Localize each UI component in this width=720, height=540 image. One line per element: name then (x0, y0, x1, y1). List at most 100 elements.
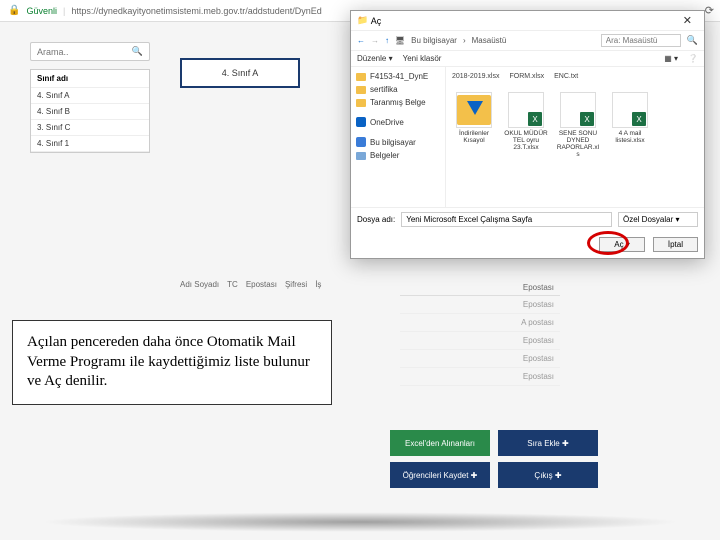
file-item[interactable]: X 4 A mail listesi.xlsx (608, 92, 652, 159)
footer-shadow (40, 512, 680, 532)
pc-icon (356, 137, 366, 147)
help-icon[interactable]: ❔ (688, 54, 698, 63)
selected-class-box[interactable]: 4. Sınıf A (180, 58, 300, 88)
btn-label: Excel'den Alınanları (405, 439, 475, 448)
back-icon[interactable]: ← (357, 36, 365, 45)
list-item[interactable]: 4. Sınıf 1 (31, 136, 149, 152)
table-row[interactable]: Epostası (400, 332, 560, 350)
dialog-titlebar: 📁 Aç ✕ (351, 11, 704, 31)
pc-icon: 🖥 (395, 36, 405, 45)
organize-menu[interactable]: Düzenle ▾ (357, 54, 393, 63)
col-ops: İş (315, 280, 321, 289)
open-button[interactable]: Aç ▾ (599, 237, 645, 252)
folder-icon (356, 99, 366, 107)
dialog-file-area[interactable]: 2018-2019.xlsx FORM.xlsx ENC.txt İndiril… (446, 67, 704, 207)
file-open-dialog: 📁 Aç ✕ ← → ↑ 🖥 Bu bilgisayar › Masaüstü … (350, 10, 705, 259)
email-column: Epostası Epostası A postası Epostası Epo… (400, 280, 560, 386)
sidebar-item[interactable]: Belgeler (354, 149, 442, 162)
filter-label: Özel Dosyalar (623, 215, 673, 224)
chevron-right-icon: › (463, 36, 466, 45)
up-icon[interactable]: ↑ (385, 36, 389, 45)
btn-label: İptal (668, 240, 683, 249)
table-row[interactable]: Epostası (400, 368, 560, 386)
search-icon[interactable]: 🔍 (687, 35, 698, 46)
sidebar-item-label: Bu bilgisayar (370, 138, 416, 147)
cancel-button[interactable]: İptal (653, 237, 698, 252)
sidebar-item[interactable]: F4153-41_DynE (354, 70, 442, 83)
file-row-small: 2018-2019.xlsx FORM.xlsx ENC.txt (452, 73, 698, 84)
list-item[interactable]: 4. Sınıf B (31, 104, 149, 120)
save-students-button[interactable]: Öğrencileri Kaydet ✚ (390, 462, 490, 488)
file-item[interactable]: X OKUL MÜDÜR TEL oyru 23.T.xlsx (504, 92, 548, 159)
search-icon[interactable]: 🔍 (132, 46, 143, 57)
file-label: SENE SONU DYNED RAPORLAR.xls (556, 130, 600, 159)
table-row[interactable]: A postası (400, 314, 560, 332)
filename-label: Dosya adı: (357, 215, 395, 224)
sidebar-item-label: Taranmış Belge (370, 98, 426, 107)
dialog-body: F4153-41_DynE sertifika Taranmış Belge O… (351, 67, 704, 207)
table-row[interactable]: Epostası (400, 296, 560, 314)
left-panel: 🔍 Sınıf adı 4. Sınıf A 4. Sınıf B 3. Sın… (30, 42, 150, 153)
sidebar-item[interactable]: Taranmış Belge (354, 96, 442, 109)
sidebar-item-label: F4153-41_DynE (370, 72, 428, 81)
exit-button[interactable]: Çıkış ✚ (498, 462, 598, 488)
list-item[interactable]: 4. Sınıf A (31, 88, 149, 104)
breadcrumb[interactable]: Bu bilgisayar (411, 36, 457, 45)
dialog-filename-row: Dosya adı: Özel Dosyalar ▾ (351, 207, 704, 231)
close-icon[interactable]: ✕ (677, 14, 698, 27)
folder-up-icon: 📁 (357, 15, 368, 26)
small-file[interactable]: ENC.txt (554, 73, 578, 80)
file-item-downloads[interactable]: İndirilenler Kısayol (452, 92, 496, 159)
search-input[interactable] (37, 47, 107, 57)
add-row-button[interactable]: Sıra Ekle ✚ (498, 430, 598, 456)
dialog-title: Aç (371, 16, 382, 26)
btn-label: Sıra Ekle ✚ (527, 439, 568, 448)
search-box[interactable]: 🔍 (30, 42, 150, 61)
sidebar-item-onedrive[interactable]: OneDrive (354, 115, 442, 129)
btn-label: Aç (614, 240, 623, 249)
list-item[interactable]: 3. Sınıf C (31, 120, 149, 136)
dialog-nav: ← → ↑ 🖥 Bu bilgisayar › Masaüstü 🔍 (351, 31, 704, 51)
breadcrumb[interactable]: Masaüstü (472, 36, 507, 45)
sidebar-item-thispc[interactable]: Bu bilgisayar (354, 135, 442, 149)
dialog-actions: Aç ▾ İptal (351, 231, 704, 258)
folder-icon (356, 86, 366, 94)
file-filter-select[interactable]: Özel Dosyalar ▾ (618, 212, 698, 227)
btn-label: Öğrencileri Kaydet ✚ (403, 471, 478, 480)
dialog-search-input[interactable] (601, 34, 681, 47)
btn-label: Çıkış ✚ (534, 471, 561, 480)
forward-icon[interactable]: → (371, 36, 379, 45)
students-table-header: Adı Soyadı TC Epostası Şifresi İş (180, 280, 321, 289)
small-file[interactable]: FORM.xlsx (509, 73, 544, 80)
secure-label: Güvenli (26, 6, 57, 16)
file-label: OKUL MÜDÜR TEL oyru 23.T.xlsx (504, 130, 548, 151)
dialog-toolbar: Düzenle ▾ Yeni klasör ▦ ▾ ❔ (351, 51, 704, 67)
filename-input[interactable] (401, 212, 612, 227)
download-folder-icon (456, 92, 492, 128)
button-row-1: Excel'den Alınanları Sıra Ekle ✚ (390, 430, 598, 456)
class-list-header: Sınıf adı (31, 70, 149, 88)
documents-icon (356, 152, 366, 160)
file-item[interactable]: X SENE SONU DYNED RAPORLAR.xls (556, 92, 600, 159)
small-file[interactable]: 2018-2019.xlsx (452, 73, 499, 80)
sidebar-item-label: Belgeler (370, 151, 399, 160)
selected-class-label: 4. Sınıf A (222, 68, 259, 78)
col-email: Epostası (246, 280, 277, 289)
view-icon[interactable]: ▦ ▾ (664, 54, 678, 63)
lock-icon: 🔒 (8, 5, 20, 16)
folder-icon (356, 73, 366, 81)
class-list: Sınıf adı 4. Sınıf A 4. Sınıf B 3. Sınıf… (30, 69, 150, 153)
dialog-sidebar: F4153-41_DynE sertifika Taranmış Belge O… (351, 67, 446, 207)
reload-icon[interactable]: ⟳ (705, 4, 714, 17)
sidebar-item[interactable]: sertifika (354, 83, 442, 96)
excel-import-button[interactable]: Excel'den Alınanları (390, 430, 490, 456)
col-tc: TC (227, 280, 238, 289)
excel-file-icon: X (560, 92, 596, 128)
file-label: İndirilenler Kısayol (452, 130, 496, 144)
instruction-callout: Açılan pencereden daha önce Otomatik Mai… (12, 320, 332, 405)
table-row[interactable]: Epostası (400, 350, 560, 368)
cloud-icon (356, 117, 366, 127)
new-folder-button[interactable]: Yeni klasör (403, 54, 442, 63)
chevron-down-icon: ▾ (626, 240, 630, 249)
button-row-2: Öğrencileri Kaydet ✚ Çıkış ✚ (390, 462, 598, 488)
